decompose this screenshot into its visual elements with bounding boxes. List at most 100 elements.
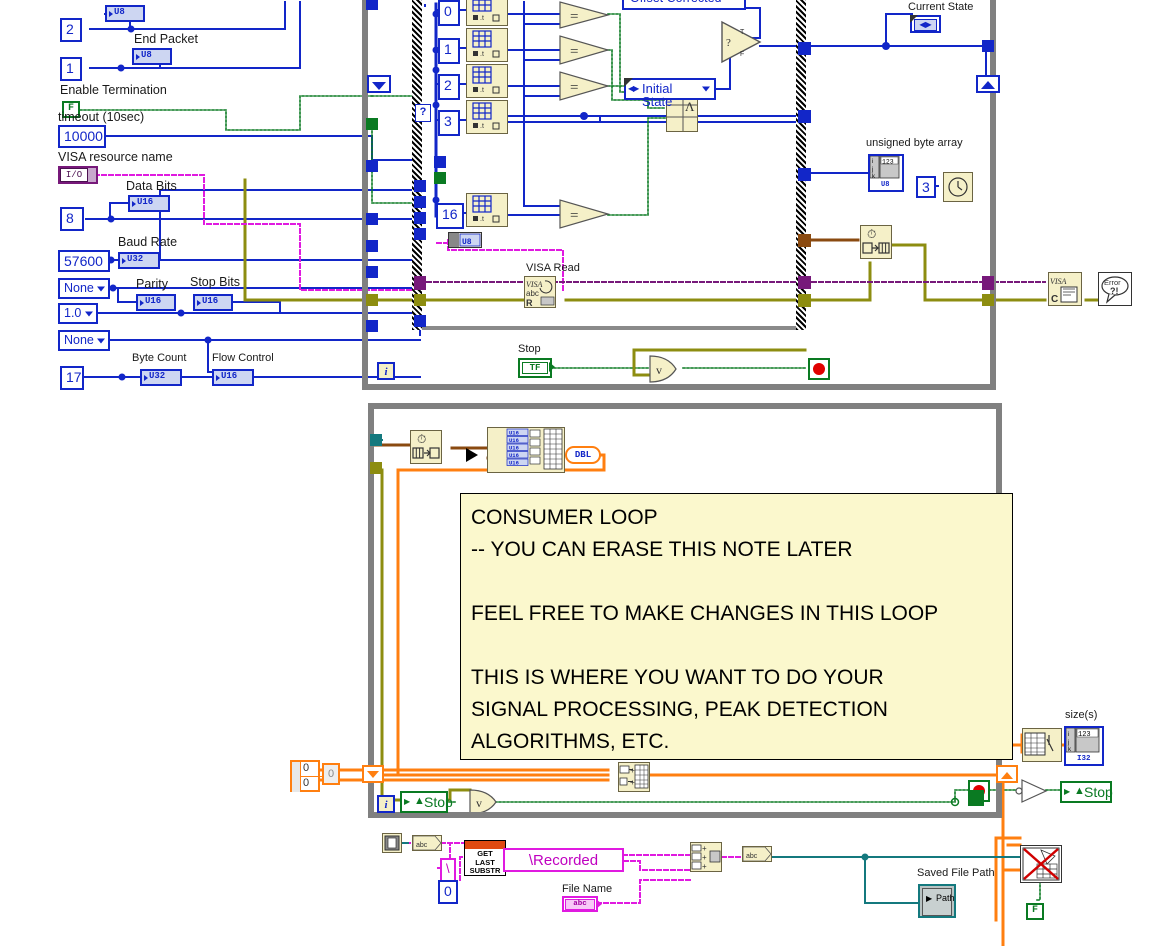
svg-text:+: +	[702, 862, 707, 871]
build-array-node[interactable]: + +	[618, 762, 650, 792]
visa-close-node[interactable]: VISA C	[1048, 272, 1082, 306]
flat-sequence-arrow-icon	[466, 448, 478, 462]
svg-text:U8: U8	[881, 181, 889, 188]
svg-text:+: +	[630, 778, 635, 787]
unsigned-byte-array-indicator[interactable]: ijk 123 U8	[868, 154, 904, 192]
get-last-substring-node[interactable]: GET LAST SUBSTR	[464, 840, 506, 876]
saved-file-path-label: Saved File Path	[917, 867, 995, 879]
loop-condition-terminal[interactable]	[968, 790, 984, 806]
consumer-stop-label: Stop	[424, 794, 453, 810]
svg-text:U16: U16	[509, 430, 519, 437]
stop-boolean-value: TF	[522, 362, 548, 374]
initial-state-enum-constant[interactable]: Initial State	[624, 78, 716, 108]
svg-text:=: =	[570, 80, 578, 96]
stop-boolean-control[interactable]: TF	[518, 358, 552, 378]
consumer-tunnel-error[interactable]	[370, 462, 382, 474]
svg-text:U16: U16	[509, 437, 519, 444]
current-state-label: Current State	[908, 1, 974, 13]
dequeue-element-node[interactable]: ⏱	[410, 430, 442, 464]
consumer-tunnel[interactable]	[370, 434, 382, 446]
svg-text:i: i	[1068, 732, 1069, 738]
size-indicator[interactable]: ijk 123 I32	[1064, 726, 1104, 766]
boolean-terminal-arrow	[549, 362, 555, 372]
svg-text:R: R	[526, 298, 533, 307]
unsigned-byte-array-label: unsigned byte array	[866, 137, 963, 149]
offset-corrected-indicator[interactable]: Offset Corrected	[622, 0, 746, 10]
consumer-loop-note: CONSUMER LOOP -- YOU CAN ERASE THIS NOTE…	[460, 493, 1013, 760]
svg-text:VISA: VISA	[526, 280, 543, 289]
file-name-terminal-arrow	[596, 899, 602, 909]
write-to-file-node[interactable]	[1020, 845, 1062, 883]
svg-text:j: j	[1067, 740, 1069, 746]
visa-read-label: VISA Read	[526, 262, 580, 274]
substring-index-constant[interactable]: 0	[438, 880, 458, 904]
svg-text:C: C	[1051, 294, 1058, 305]
svg-text:j: j	[871, 167, 873, 173]
simple-error-handler-node[interactable]: Error ?!	[1098, 272, 1132, 306]
array-index-constant[interactable]: 0	[322, 763, 340, 785]
svg-text:?: ?	[726, 37, 731, 49]
svg-text:U8: U8	[462, 238, 472, 247]
svg-text:+: +	[630, 766, 635, 775]
enqueue-element-node[interactable]: ⏱	[860, 225, 892, 259]
append-false-constant[interactable]: F	[1026, 903, 1044, 920]
current-vi-path-node[interactable]	[382, 833, 402, 853]
wait-ms-node[interactable]	[943, 172, 973, 202]
svg-text:i: i	[872, 159, 873, 165]
svg-text:I32: I32	[1077, 755, 1091, 762]
strip-path-node[interactable]: abc	[412, 835, 442, 851]
recorded-string-constant[interactable]: \Recorded	[503, 848, 624, 872]
block-diagram-canvas[interactable]: ? 2 U8 End Packet 1 U8 Enable Terminatio…	[0, 0, 1157, 946]
svg-text:abc: abc	[526, 289, 539, 298]
array-size-node[interactable]	[1022, 728, 1062, 762]
visa-read-node[interactable]: VISA abc R	[524, 276, 556, 308]
array-constant-row-2[interactable]: 0	[301, 777, 322, 791]
file-name-label: File Name	[562, 883, 613, 895]
svg-text:v: v	[656, 363, 662, 377]
enum-constant-corner	[624, 78, 633, 87]
svg-text:123: 123	[1078, 731, 1091, 739]
array-constant[interactable]: 0 0	[290, 760, 322, 792]
path-to-string-node[interactable]: abc	[742, 846, 772, 862]
stop-sign-producer[interactable]	[808, 358, 830, 380]
consumer-stop-button[interactable]: ▲ Stop	[400, 791, 453, 813]
file-name-rep: abc	[565, 899, 595, 910]
concatenate-strings-node[interactable]: + + +	[690, 842, 722, 872]
saved-file-path-indicator[interactable]: ▶ Path	[918, 884, 956, 918]
offset-corrected-label: Offset Corrected	[630, 0, 721, 5]
consumer-output-tunnel[interactable]	[996, 765, 1018, 783]
svg-text:T: T	[740, 29, 745, 36]
svg-text:123: 123	[882, 159, 894, 166]
wait-ms-constant[interactable]: 3	[916, 176, 936, 198]
svg-text:=: =	[570, 44, 578, 60]
svg-text:abc: abc	[416, 842, 428, 849]
svg-text:U16: U16	[509, 452, 519, 459]
svg-text:U16: U16	[509, 445, 519, 452]
svg-text:?!: ?!	[1110, 286, 1119, 296]
dbl-conversion-node[interactable]: DBL	[565, 446, 601, 464]
svg-text:⏱: ⏱	[417, 432, 426, 446]
consumer-input-tunnel[interactable]	[362, 765, 384, 783]
stop-label-producer: Stop	[518, 343, 541, 355]
size-label: size(s)	[1065, 709, 1098, 721]
stop-control-terminal[interactable]: ▲ Stop	[1060, 781, 1113, 803]
stop-terminal-label: Stop	[1084, 784, 1113, 800]
svg-text:=: =	[570, 9, 578, 25]
string-to-byte-array-node[interactable]: U8	[448, 232, 482, 248]
svg-text:U16: U16	[509, 460, 519, 467]
producer-iteration-terminal: i	[377, 362, 395, 380]
svg-text:abc: abc	[746, 853, 758, 860]
consumer-iteration-terminal: i	[377, 795, 395, 813]
svg-text:+: +	[702, 844, 707, 853]
svg-text:⏱: ⏱	[867, 227, 876, 241]
file-name-control[interactable]: abc	[562, 896, 598, 912]
array-constant-row-1[interactable]: 0	[301, 762, 322, 777]
svg-text:F: F	[740, 51, 744, 58]
svg-text:Λ: Λ	[685, 99, 695, 114]
svg-text:+: +	[702, 853, 707, 862]
saved-file-path-rep: Path	[936, 893, 955, 903]
type-cast-cluster-node[interactable]: U16 U16 U16 U16 U16	[487, 427, 565, 473]
svg-text:VISA: VISA	[1050, 277, 1067, 286]
indicator-corner	[910, 15, 918, 23]
svg-text:=: =	[570, 208, 578, 224]
